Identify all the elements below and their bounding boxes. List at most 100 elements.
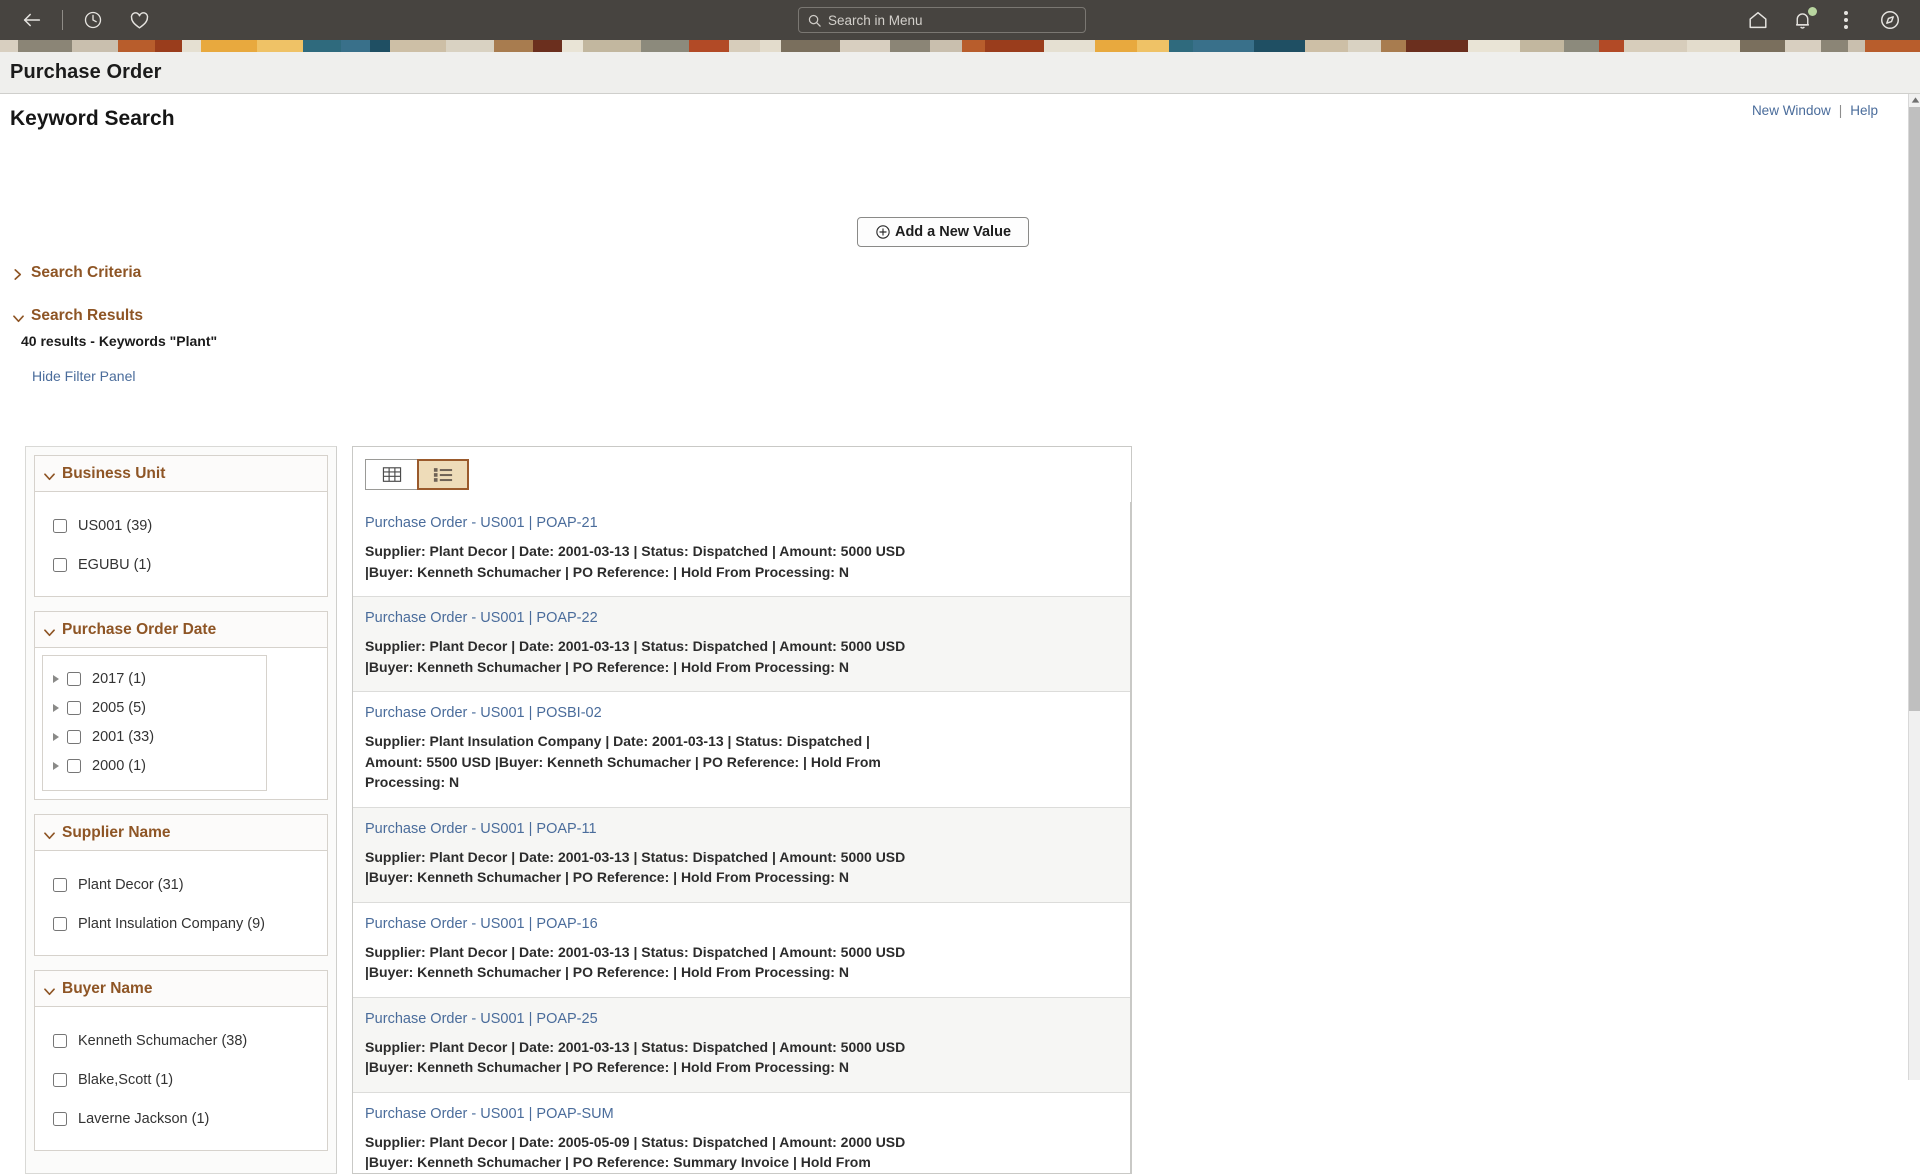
topbar-left-group	[0, 0, 161, 40]
strip-segment	[641, 40, 690, 52]
facet-tree-box: 2017 (1) 2005 (5) 2001 (33) 2000 (1)	[42, 655, 267, 791]
help-link[interactable]: Help	[1850, 103, 1878, 118]
facet-option[interactable]: Plant Insulation Company (9)	[35, 904, 327, 943]
scrollbar-up-arrow-icon[interactable]	[1909, 94, 1920, 106]
result-title-link[interactable]: Purchase Order - US001 | POSBI-02	[365, 705, 602, 721]
strip-segment	[390, 40, 447, 52]
strip-segment	[1785, 40, 1821, 52]
facet-option[interactable]: Kenneth Schumacher (38)	[35, 1021, 327, 1060]
facet-checkbox[interactable]	[53, 1112, 67, 1126]
facet-checkbox[interactable]	[67, 701, 81, 715]
three-dot-menu-icon[interactable]	[1824, 0, 1868, 40]
strip-segment	[1865, 40, 1920, 52]
facet-option[interactable]: 2017 (1)	[43, 664, 266, 693]
result-title-link[interactable]: Purchase Order - US001 | POAP-21	[365, 515, 598, 531]
strip-segment	[1687, 40, 1741, 52]
add-a-new-value-button[interactable]: Add a New Value	[857, 217, 1029, 247]
hide-filter-panel-link[interactable]: Hide Filter Panel	[32, 368, 136, 384]
facet-checkbox[interactable]	[53, 917, 67, 931]
result-description: Supplier: Plant Decor | Date: 2001-03-13…	[365, 636, 910, 677]
facet-option[interactable]: EGUBU (1)	[35, 545, 327, 584]
facet-checkbox[interactable]	[53, 878, 67, 892]
page-vertical-scrollbar[interactable]	[1908, 94, 1920, 1080]
facet-header-supplier-name[interactable]: Supplier Name	[35, 815, 327, 851]
list-view-icon[interactable]	[417, 459, 469, 490]
facet-title-label: Purchase Order Date	[62, 621, 216, 639]
plus-circle-icon	[875, 224, 891, 240]
result-description: Supplier: Plant Decor | Date: 2001-03-13…	[365, 847, 910, 888]
facet-option[interactable]: 2005 (5)	[43, 693, 266, 722]
chevron-right-icon	[12, 268, 22, 278]
notification-badge-dot	[1808, 7, 1817, 16]
result-title-link[interactable]: Purchase Order - US001 | POAP-11	[365, 821, 597, 837]
strip-segment	[0, 40, 18, 52]
facet-body: Plant Decor (31)Plant Insulation Company…	[35, 851, 327, 955]
expand-triangle-icon[interactable]	[53, 733, 59, 741]
facet-checkbox[interactable]	[67, 672, 81, 686]
facet-header-buyer-name[interactable]: Buyer Name	[35, 971, 327, 1007]
strip-segment	[1137, 40, 1170, 52]
scrollbar-thumb[interactable]	[1909, 107, 1920, 711]
strip-segment	[1193, 40, 1254, 52]
facet-group: Business Unit US001 (39)EGUBU (1)	[34, 455, 328, 597]
facet-body: 2017 (1) 2005 (5) 2001 (33) 2000 (1)	[35, 655, 327, 791]
facet-option[interactable]: US001 (39)	[35, 506, 327, 545]
facet-option[interactable]: Laverne Jackson (1)	[35, 1099, 327, 1138]
result-title-link[interactable]: Purchase Order - US001 | POAP-SUM	[365, 1106, 614, 1122]
strip-segment	[155, 40, 183, 52]
bell-icon[interactable]	[1780, 0, 1824, 40]
new-window-link[interactable]: New Window	[1752, 103, 1831, 118]
facet-option-label: 2005 (5)	[92, 700, 146, 716]
result-title-link[interactable]: Purchase Order - US001 | POAP-25	[365, 1011, 598, 1027]
result-description: Supplier: Plant Decor | Date: 2001-03-13…	[365, 1037, 910, 1078]
strip-segment	[962, 40, 985, 52]
results-inner-scroll-track[interactable]	[1130, 502, 1131, 1174]
strip-segment	[1095, 40, 1137, 52]
strip-segment	[303, 40, 341, 52]
facet-checkbox[interactable]	[53, 519, 67, 533]
facet-checkbox[interactable]	[53, 558, 67, 572]
result-description: Supplier: Plant Decor | Date: 2001-03-13…	[365, 942, 910, 983]
strip-segment	[562, 40, 583, 52]
result-list-item: Purchase Order - US001 | POAP-16 Supplier…	[353, 903, 1132, 998]
facet-option[interactable]: 2001 (33)	[43, 722, 266, 751]
chevron-down-icon	[43, 984, 53, 994]
keyword-search-heading: Keyword Search	[10, 107, 175, 131]
search-results-list: Purchase Order - US001 | POAP-21 Supplier…	[353, 502, 1132, 1174]
result-description: Supplier: Plant Insulation Company | Dat…	[365, 731, 910, 793]
back-arrow-icon[interactable]	[10, 0, 54, 40]
facet-option-label: 2000 (1)	[92, 758, 146, 774]
compass-icon[interactable]	[1868, 0, 1912, 40]
facet-checkbox[interactable]	[67, 759, 81, 773]
strip-segment	[1254, 40, 1306, 52]
facet-checkbox[interactable]	[67, 730, 81, 744]
chevron-down-icon	[43, 828, 53, 838]
filter-facet-panel: Business Unit US001 (39)EGUBU (1) Purchase…	[25, 446, 337, 1174]
search-results-section-header[interactable]: Search Results	[12, 307, 143, 325]
facet-option[interactable]: Plant Decor (31)	[35, 865, 327, 904]
search-criteria-section-header[interactable]: Search Criteria	[12, 264, 141, 282]
facet-option-label: 2017 (1)	[92, 671, 146, 687]
expand-triangle-icon[interactable]	[53, 675, 59, 683]
strip-segment	[890, 40, 931, 52]
facet-header-purchase-order-date[interactable]: Purchase Order Date	[35, 612, 327, 648]
facet-option-label: 2001 (33)	[92, 729, 154, 745]
grid-view-icon[interactable]	[365, 459, 417, 490]
facet-checkbox[interactable]	[53, 1034, 67, 1048]
result-title-link[interactable]: Purchase Order - US001 | POAP-22	[365, 610, 598, 626]
result-title-link[interactable]: Purchase Order - US001 | POAP-16	[365, 916, 598, 932]
heart-icon[interactable]	[117, 0, 161, 40]
search-input[interactable]: Search in Menu	[798, 7, 1086, 33]
expand-triangle-icon[interactable]	[53, 762, 59, 770]
result-description: Supplier: Plant Decor | Date: 2005-05-09…	[365, 1132, 910, 1174]
strip-segment	[840, 40, 890, 52]
result-list-item: Purchase Order - US001 | POAP-SUM Supplie…	[353, 1093, 1132, 1174]
expand-triangle-icon[interactable]	[53, 704, 59, 712]
main-content-area: New Window | Help Keyword Search Add a N…	[0, 94, 1908, 1080]
strip-segment	[494, 40, 533, 52]
clock-icon[interactable]	[71, 0, 115, 40]
strip-segment	[1740, 40, 1785, 52]
home-icon[interactable]	[1736, 0, 1780, 40]
facet-option[interactable]: 2000 (1)	[43, 751, 266, 780]
facet-header-business-unit[interactable]: Business Unit	[35, 456, 327, 492]
